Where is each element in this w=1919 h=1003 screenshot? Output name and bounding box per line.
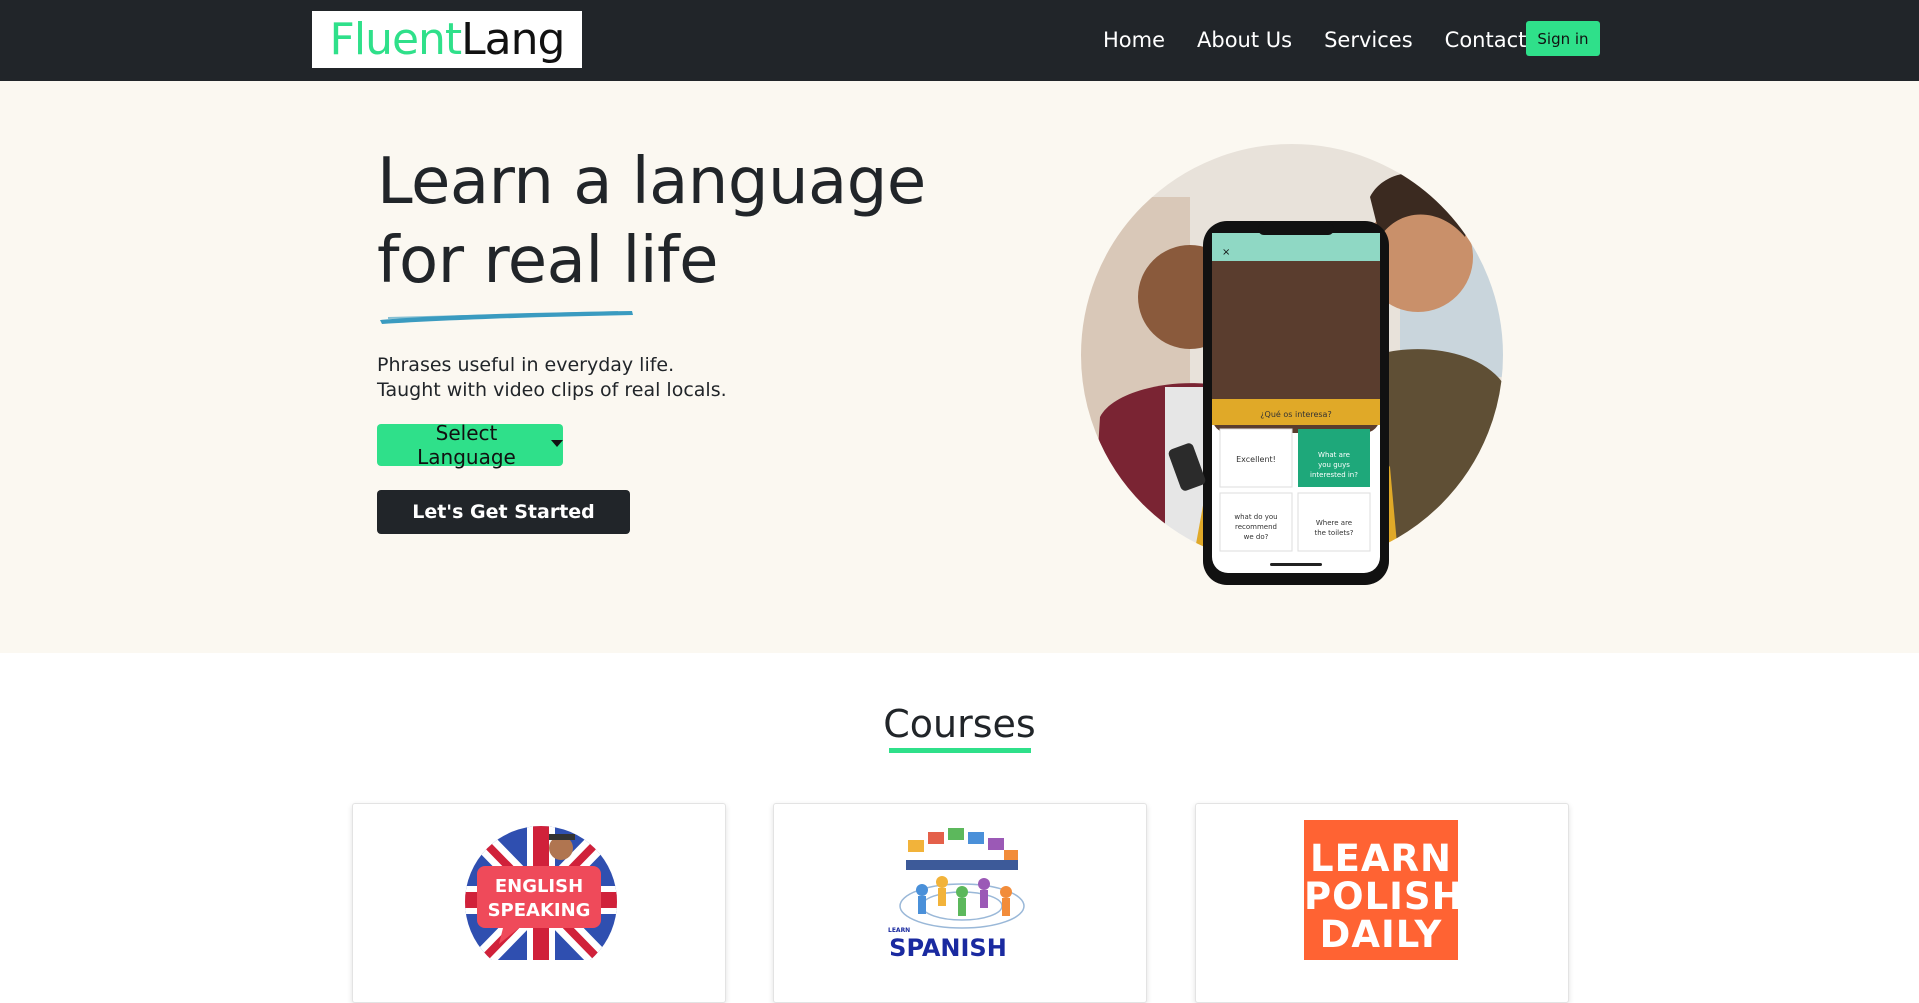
svg-text:ENGLISH: ENGLISH: [495, 876, 583, 897]
nav-link-contact[interactable]: Contact: [1445, 28, 1527, 52]
svg-text:¿Qué os interesa?: ¿Qué os interesa?: [1260, 409, 1331, 419]
courses-underline: [889, 748, 1031, 753]
get-started-button[interactable]: Let's Get Started: [377, 490, 630, 534]
svg-text:what do you: what do you: [1234, 513, 1277, 521]
nav-link-services[interactable]: Services: [1324, 28, 1413, 52]
polish-badge-line2: POLISH: [1304, 875, 1464, 918]
svg-text:recommend: recommend: [1235, 523, 1277, 531]
svg-text:you guys: you guys: [1318, 461, 1350, 469]
top-navbar: Fluent Lang Home About Us Services Contac…: [0, 0, 1919, 81]
svg-text:we do?: we do?: [1244, 533, 1269, 541]
polish-badge-line1: LEARN: [1310, 837, 1452, 880]
hero-photo: × ¿Qué os interesa? Excellent! What are …: [1077, 140, 1507, 585]
caret-down-icon: [551, 439, 563, 447]
course-card-spanish[interactable]: LEARN SPANISH: [773, 803, 1147, 1003]
course-card-polish[interactable]: LEARN POLISH DAILY: [1195, 803, 1569, 1003]
svg-text:the toilets?: the toilets?: [1314, 529, 1353, 537]
hero-title-line1: Learn a language: [377, 145, 926, 219]
svg-text:LEARN: LEARN: [888, 927, 910, 934]
polish-course-image: LEARN POLISH DAILY: [1304, 820, 1464, 960]
nav-link-home[interactable]: Home: [1103, 28, 1165, 52]
signin-button[interactable]: Sign in: [1526, 21, 1600, 56]
svg-text:Where are: Where are: [1316, 519, 1352, 527]
hero-section: Learn a language for real life Phrases u…: [0, 81, 1919, 653]
nav-links: Home About Us Services Contact: [1103, 20, 1550, 60]
svg-text:SPANISH: SPANISH: [889, 934, 1007, 960]
svg-text:interested in?: interested in?: [1310, 471, 1358, 479]
hero-title-line2: for real life: [377, 224, 718, 298]
select-language-dropdown[interactable]: Select Language: [377, 421, 563, 469]
hero-sub-line2: Taught with video clips of real locals.: [377, 379, 727, 401]
brush-underline: [380, 311, 633, 324]
course-card-english[interactable]: ENGLISH SPEAKING: [352, 803, 726, 1003]
logo-lang: Lang: [461, 14, 565, 65]
hero-title: Learn a language for real life: [377, 143, 937, 301]
logo-fluent: Fluent: [329, 14, 463, 65]
english-course-image: ENGLISH SPEAKING: [465, 826, 617, 960]
svg-text:×: ×: [1222, 247, 1230, 258]
svg-text:Excellent!: Excellent!: [1236, 455, 1276, 464]
select-language-label: Select Language: [417, 421, 516, 469]
nav-link-about[interactable]: About Us: [1197, 28, 1292, 52]
svg-text:What are: What are: [1318, 451, 1350, 459]
spanish-course-image: LEARN SPANISH: [888, 828, 1025, 960]
courses-heading: Courses: [883, 702, 1036, 746]
svg-text:SPEAKING: SPEAKING: [488, 900, 591, 921]
hero-subtitle: Phrases useful in everyday life. Taught …: [377, 353, 727, 403]
brand-logo[interactable]: Fluent Lang: [312, 11, 582, 68]
phone-mockup: × ¿Qué os interesa? Excellent! What are …: [1203, 221, 1389, 585]
polish-badge-line3: DAILY: [1319, 913, 1443, 956]
hero-sub-line1: Phrases useful in everyday life.: [377, 354, 675, 376]
